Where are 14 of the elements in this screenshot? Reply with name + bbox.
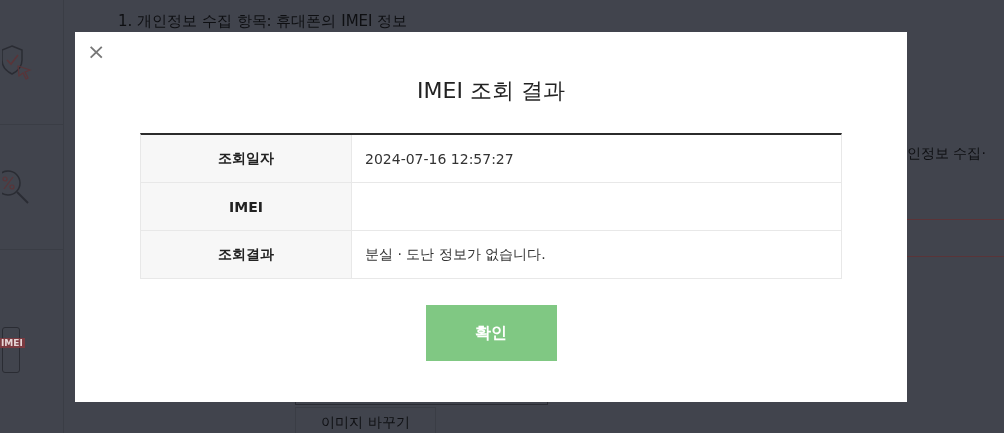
row-value: 2024-07-16 12:57:27 xyxy=(364,149,515,169)
confirm-button[interactable]: 확인 xyxy=(425,305,557,361)
consent-text: 인정보 수집· xyxy=(907,145,987,163)
magnifier-percent-icon xyxy=(2,169,30,205)
row-value: 분실 · 도난 정보가 없습니다. xyxy=(364,244,547,264)
row-label: IMEI xyxy=(141,183,352,230)
imei-badge: IMEI xyxy=(0,338,25,348)
row-label: 조회일자 xyxy=(141,135,352,182)
change-image-button[interactable]: 이미지 바꾸기 xyxy=(295,407,436,433)
dialog-title: IMEI 조회 결과 xyxy=(416,77,566,105)
row-label: 조회결과 xyxy=(141,231,352,278)
section-heading: 1. 개인정보 수집 항목: 휴대폰의 IMEI 정보 xyxy=(118,12,409,31)
close-button[interactable]: × xyxy=(87,40,106,64)
shield-check-icon xyxy=(2,44,32,80)
